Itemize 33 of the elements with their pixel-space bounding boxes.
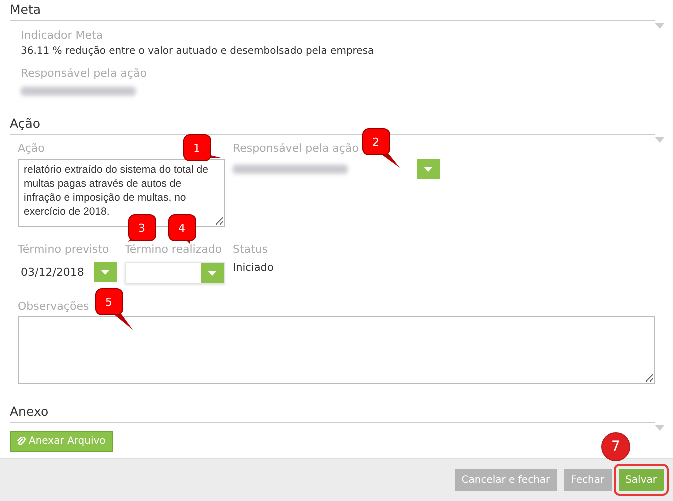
caret-icon — [424, 166, 433, 172]
date-field[interactable] — [125, 262, 225, 284]
field-label: Observações — [18, 300, 90, 313]
status-value: Iniciado — [233, 262, 274, 274]
indicator-value: 36.11 % redução entre o valor autuado e desembolsado pela empresa — [21, 46, 376, 57]
caret-icon[interactable] — [655, 23, 665, 29]
field-label: Ação — [18, 142, 45, 155]
dropdown-button[interactable] — [417, 159, 440, 179]
caret-icon — [208, 270, 217, 276]
date-value: 03/12/2018 — [20, 266, 84, 278]
caret-icon[interactable] — [655, 137, 665, 143]
footer-button[interactable]: Fechar — [564, 469, 612, 491]
date-picker-button[interactable] — [201, 263, 224, 283]
save-button[interactable]: Salvar — [618, 469, 664, 491]
field-label: Indicador Meta — [21, 29, 104, 42]
section-title: Meta — [10, 1, 42, 17]
caret-icon[interactable] — [655, 425, 665, 431]
attach-file-button[interactable]: Anexar Arquivo — [10, 431, 113, 452]
field-label: Término previsto — [18, 243, 110, 256]
callout-marker: 4 — [168, 214, 196, 244]
field-label: Status — [233, 243, 268, 256]
section-title: Ação — [10, 115, 42, 131]
callout-marker: 3 — [128, 214, 156, 242]
paperclip-icon — [17, 436, 26, 446]
caret-icon — [101, 270, 110, 274]
field-label: Responsável pela ação — [21, 67, 147, 80]
callout-marker: 7 — [601, 432, 631, 462]
section-title: Anexo — [10, 403, 50, 419]
notes-field[interactable] — [18, 316, 655, 384]
footer-button[interactable]: Cancelar e fechar — [454, 469, 558, 491]
field-label: Responsável pela ação — [233, 142, 359, 155]
field-label: Término realizado — [125, 243, 222, 256]
date-picker-button[interactable] — [94, 262, 117, 282]
